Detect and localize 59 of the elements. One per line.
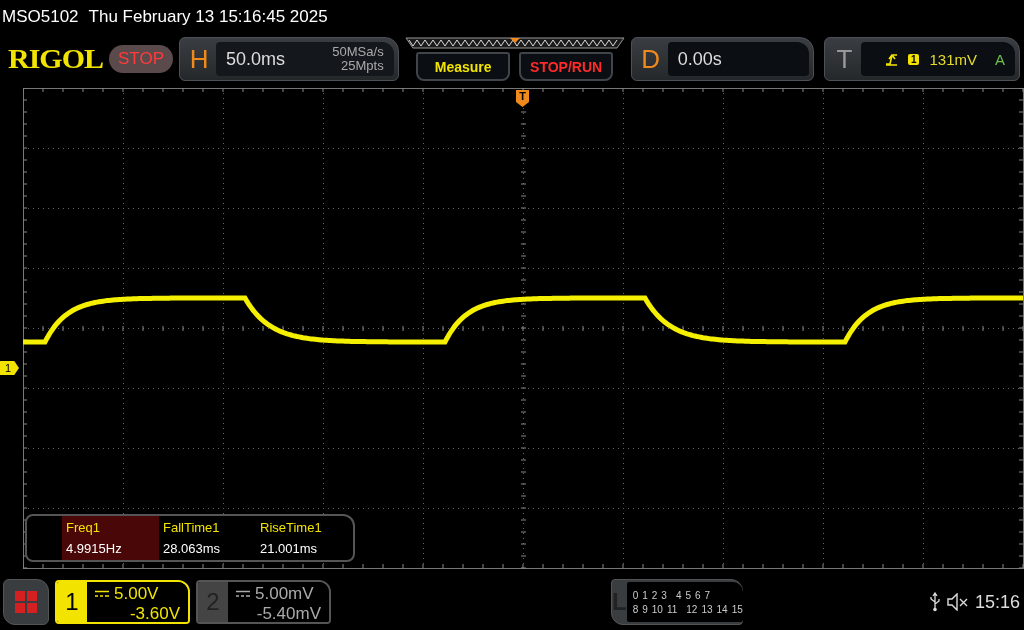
grid-menu-icon [15, 591, 37, 613]
measurement-column[interactable]: FallTime1 28.063ms [159, 516, 256, 560]
logic-channel-number: 10 [651, 603, 663, 615]
logic-channel-number: 1 [642, 589, 648, 601]
logic-channel-number: 12 [686, 603, 698, 615]
logic-channel-number: 4 [675, 589, 682, 601]
delay-panel[interactable]: D 0.00s [630, 37, 815, 81]
usb-icon [928, 592, 941, 612]
logic-channel-number: 0 [632, 589, 639, 601]
horizontal-panel[interactable]: H 50.0ms 50MSa/s 25Mpts [179, 37, 399, 81]
stop-run-button[interactable]: STOP/RUN [519, 52, 614, 81]
trigger-label: T [835, 43, 854, 75]
delay-label: D [640, 43, 662, 75]
trigger-mode: A [995, 50, 1005, 68]
logic-channel-number: 14 [716, 603, 728, 615]
logic-channel-number: 7 [704, 589, 711, 601]
channel-level-marker[interactable]: 1 [0, 361, 19, 375]
channel-number: 1 [57, 582, 87, 622]
trigger-panel[interactable]: T 1 131mV A [824, 37, 1020, 81]
rigol-logo: RIGOL [8, 43, 104, 75]
measurement-value: 4.9915Hz [66, 541, 123, 556]
clock-time: 15:16 [974, 591, 1020, 613]
logic-channel-number: 5 [685, 589, 691, 601]
rising-edge-icon [885, 52, 898, 66]
sample-rate: 50MSa/s [332, 45, 384, 59]
dc-coupling-icon [95, 590, 109, 598]
trigger-source-badge: 1 [907, 53, 920, 65]
horizontal-label: H [188, 43, 210, 75]
measurement-name: RiseTime1 [260, 520, 323, 535]
channel-offset: -5.40mV [256, 604, 321, 622]
menu-button[interactable] [3, 579, 49, 625]
channel-offset: -3.60V [129, 604, 180, 622]
measurement-value: 28.063ms [163, 541, 222, 556]
timebase-value: 50.0ms [226, 48, 286, 70]
date-time: Thu February 13 15:16:45 2025 [88, 7, 328, 27]
logic-channel-number: 9 [642, 603, 648, 615]
measurement-column[interactable]: RiseTime1 21.001ms [256, 516, 353, 560]
measure-button[interactable]: Measure [416, 52, 511, 81]
measurement-value: 21.001ms [260, 541, 319, 556]
logic-channel-number: 15 [731, 603, 743, 615]
delay-value: 0.00s [677, 48, 722, 70]
logic-channel-number: 3 [661, 589, 667, 601]
logic-channel-number: 13 [701, 603, 713, 615]
logic-channel-number: 8 [632, 603, 639, 615]
trigger-level: 131mV [929, 50, 977, 68]
channel-scale: 5.00V [114, 584, 159, 604]
trigger-position-marker[interactable]: T [516, 90, 529, 107]
logic-channel-number: 2 [651, 589, 658, 601]
channel-scale: 5.00mV [255, 584, 314, 604]
measurement-name: Freq1 [66, 520, 101, 535]
measurement-column[interactable]: Freq1 4.9915Hz [62, 516, 159, 560]
channel-box[interactable]: 1 5.00V -3.60V [55, 580, 190, 624]
logic-channel-number: 6 [695, 589, 701, 601]
memory-depth: 25Mpts [341, 59, 384, 73]
speaker-muted-icon [946, 593, 969, 611]
measurement-name: FallTime1 [163, 520, 221, 535]
dc-coupling-icon [236, 590, 250, 598]
model-name: MSO5102 [2, 7, 79, 27]
logic-channel-number: 11 [666, 603, 678, 615]
